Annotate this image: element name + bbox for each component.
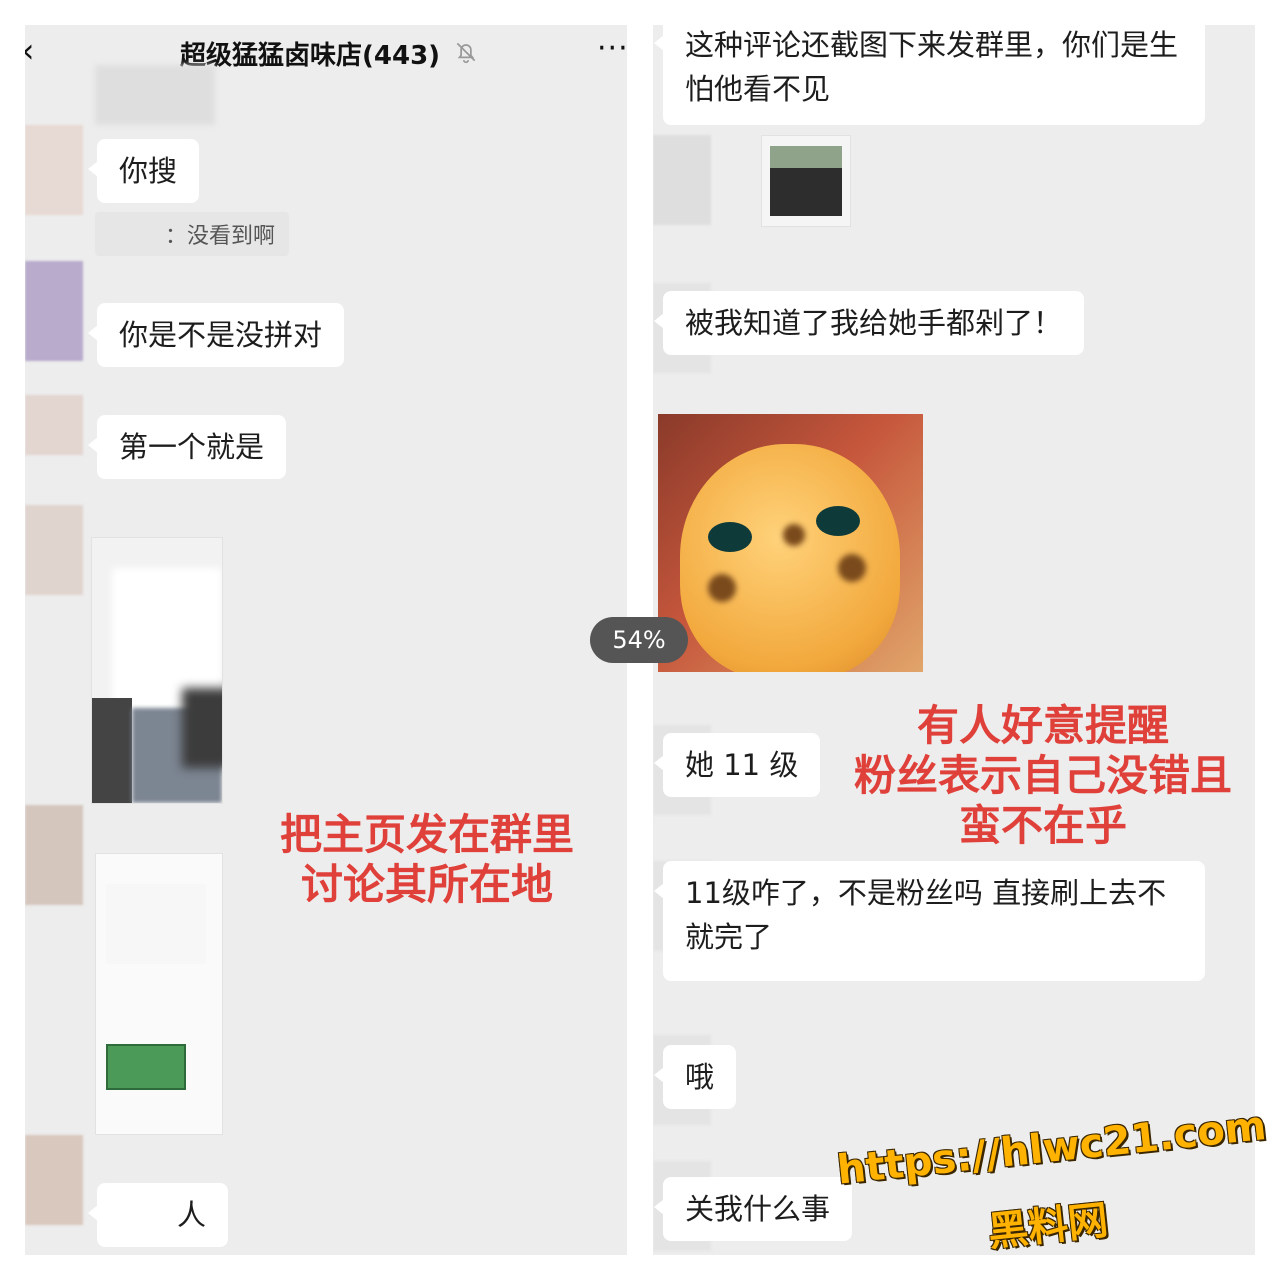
annotation-line: 把主页发在群里 <box>279 810 574 859</box>
message-bubble: 哦 <box>653 1045 737 1109</box>
avatar <box>25 1135 83 1225</box>
message-bubble: 你是不是没拼对 <box>87 303 345 367</box>
avatar <box>25 505 83 595</box>
avatar <box>25 125 83 215</box>
sticker-mark <box>708 574 736 602</box>
sticker-mark <box>838 554 866 582</box>
more-icon[interactable]: ··· <box>597 31 627 66</box>
annotation-line: 蛮不在乎 <box>958 801 1127 850</box>
message-bubble: 你搜 <box>87 139 200 203</box>
image-message[interactable] <box>95 853 223 1135</box>
avatar <box>25 395 83 455</box>
message-bubble: 11级咋了，不是粉丝吗 直接刷上去不就完了 <box>654 861 1205 981</box>
message-text: 她 11 级 <box>685 748 799 782</box>
system-message: ：没看到啊 <box>95 212 290 256</box>
sticker-image[interactable] <box>658 414 923 672</box>
message-text: 哦 <box>685 1060 715 1094</box>
annotation-text: 把主页发在群里 讨论其所在地 <box>257 810 597 910</box>
sticker-eye <box>816 506 860 536</box>
group-title: 超级猛猛卤味店(443) <box>180 41 441 71</box>
message-bubble: 被我知道了我给她手都剁了！ <box>653 291 1085 355</box>
message-text: 11级咋了，不是粉丝吗 直接刷上去不就完了 <box>685 876 1167 954</box>
message-text: 这种评论还截图下来发群里，你们是生怕他看不见 <box>685 28 1179 106</box>
avatar <box>25 805 83 905</box>
sticker-eye <box>708 522 752 552</box>
annotation-line: 有人好意提醒 <box>916 701 1169 750</box>
message-bubble: 她 11 级 <box>653 733 821 797</box>
message-bubble: 人 <box>87 1183 229 1247</box>
progress-indicator: 54% <box>590 617 688 663</box>
image-message[interactable] <box>761 135 851 227</box>
annotation-line: 粉丝表示自己没错且 <box>853 751 1232 800</box>
message-bubble: 关我什么事 <box>653 1177 853 1241</box>
annotation-text: 有人好意提醒 粉丝表示自己没错且 蛮不在乎 <box>813 701 1255 851</box>
bell-muted-icon <box>456 42 476 64</box>
sticker-mark <box>783 524 805 546</box>
blurred-name <box>95 65 215 125</box>
avatar <box>653 135 711 225</box>
sticker-face <box>680 444 900 672</box>
message-text: 你是不是没拼对 <box>119 318 323 352</box>
left-chat-screenshot: ‹ 超级猛猛卤味店(443) ··· 你搜 ：没看到啊 你是不是没拼对 第一个就… <box>25 25 627 1255</box>
message-text: 关我什么事 <box>685 1192 831 1226</box>
avatar <box>25 261 83 361</box>
right-chat-screenshot: 这种评论还截图下来发群里，你们是生怕他看不见 被我知道了我给她手都剁了！ 她 1… <box>653 25 1255 1255</box>
message-text: 人 <box>177 1198 207 1232</box>
message-text: 你搜 <box>119 154 178 188</box>
image-message[interactable] <box>91 537 223 804</box>
system-message-text: ：没看到啊 <box>165 224 276 249</box>
annotation-line: 讨论其所在地 <box>300 860 553 909</box>
message-bubble: 这种评论还截图下来发群里，你们是生怕他看不见 <box>654 25 1205 125</box>
message-text: 被我知道了我给她手都剁了！ <box>685 306 1063 340</box>
message-bubble: 第一个就是 <box>87 415 287 479</box>
back-icon[interactable]: ‹ <box>25 31 35 71</box>
message-text: 第一个就是 <box>119 430 265 464</box>
